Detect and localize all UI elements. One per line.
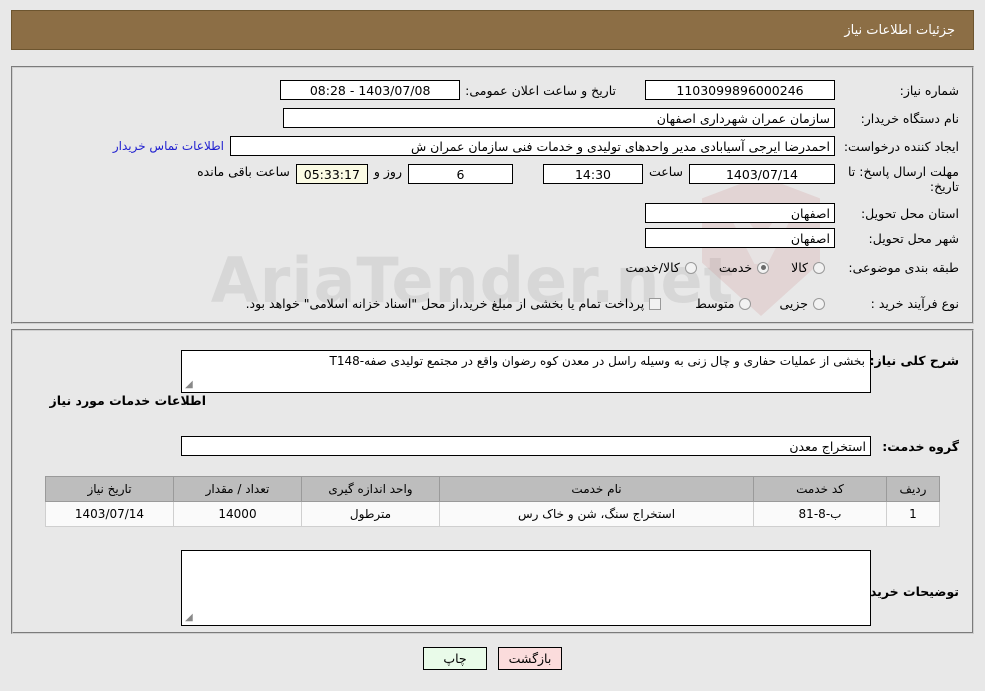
back-button[interactable]: بازگشت <box>498 647 562 670</box>
need-info-panel <box>11 66 974 324</box>
page-title: جزئیات اطلاعات نیاز <box>844 22 955 38</box>
print-button[interactable]: چاپ <box>423 647 487 670</box>
page-header: جزئیات اطلاعات نیاز <box>11 10 974 50</box>
action-button-bar: بازگشت چاپ <box>0 647 985 670</box>
need-detail-panel <box>11 329 974 634</box>
